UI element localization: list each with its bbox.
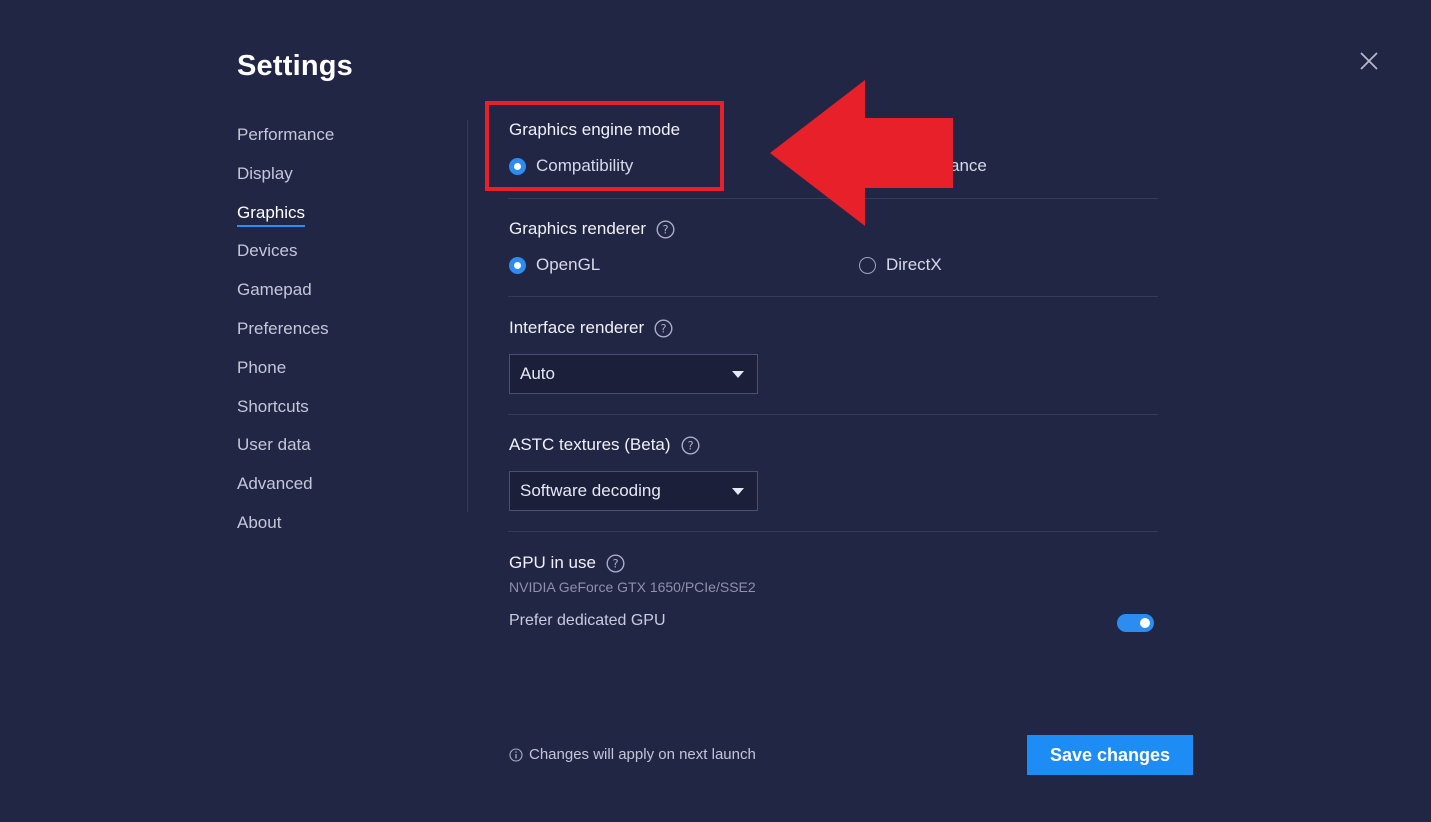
interface-renderer-label: Interface renderer ? (509, 318, 673, 338)
sidebar-item-label: Devices (237, 241, 298, 261)
sidebar-item-label: Preferences (237, 318, 329, 338)
sidebar-item-shortcuts[interactable]: Shortcuts (237, 397, 437, 436)
chevron-down-icon (732, 371, 744, 378)
section-divider (508, 531, 1158, 532)
save-changes-button[interactable]: Save changes (1027, 735, 1193, 775)
radio-selected-icon[interactable] (509, 256, 526, 274)
astc-label-text: ASTC textures (Beta) (509, 435, 671, 454)
sidebar-item-label: Gamepad (237, 280, 312, 300)
sidebar-item-display[interactable]: Display (237, 164, 437, 203)
help-icon[interactable]: ? (656, 219, 675, 239)
help-icon[interactable]: ? (681, 435, 700, 455)
sidebar-item-label: Graphics (237, 202, 306, 227)
svg-text:?: ? (662, 222, 668, 236)
sidebar-item-preferences[interactable]: Preferences (237, 319, 437, 358)
prefer-dedicated-gpu-label: Prefer dedicated GPU (509, 612, 666, 629)
svg-text:?: ? (612, 556, 618, 570)
renderer-label: Graphics renderer ? (509, 219, 675, 239)
close-icon[interactable] (1356, 48, 1382, 74)
gpu-label: GPU in use ? (509, 553, 625, 573)
sidebar-item-label: Advanced (237, 474, 313, 494)
sidebar-nav: Performance Display Graphics Devices Gam… (237, 125, 437, 552)
red-arrow-icon (770, 80, 953, 226)
radio-directx-label: DirectX (886, 255, 942, 274)
interface-renderer-label-text: Interface renderer (509, 318, 645, 337)
sidebar-divider (467, 120, 468, 512)
page-title: Settings (237, 50, 353, 82)
gpu-label-text: GPU in use (509, 553, 596, 572)
highlight-box (485, 101, 724, 191)
astc-label: ASTC textures (Beta) ? (509, 435, 700, 455)
section-divider (508, 414, 1158, 415)
sidebar-item-label: Display (237, 163, 293, 183)
radio-unselected-icon[interactable] (859, 256, 876, 274)
sidebar-item-devices[interactable]: Devices (237, 241, 437, 280)
sidebar-item-about[interactable]: About (237, 513, 437, 552)
help-icon[interactable]: ? (654, 318, 673, 338)
sidebar-item-advanced[interactable]: Advanced (237, 474, 437, 513)
apply-note-text: Changes will apply on next launch (529, 746, 756, 763)
prefer-dedicated-gpu-toggle[interactable] (1117, 614, 1154, 632)
sidebar-item-label: About (237, 512, 282, 532)
svg-text:?: ? (687, 438, 693, 452)
radio-opengl-label: OpenGL (536, 255, 601, 274)
sidebar-item-label: Performance (237, 125, 335, 144)
interface-renderer-value: Auto (520, 364, 555, 383)
apply-note: Changes will apply on next launch (509, 746, 756, 763)
close-button[interactable] (1356, 48, 1382, 74)
svg-text:?: ? (661, 321, 667, 335)
sidebar-item-phone[interactable]: Phone (237, 358, 437, 397)
section-divider (508, 296, 1158, 297)
help-icon[interactable]: ? (606, 553, 625, 573)
interface-renderer-select[interactable]: Auto (509, 354, 758, 394)
astc-select[interactable]: Software decoding (509, 471, 758, 511)
sidebar-item-user-data[interactable]: User data (237, 435, 437, 474)
chevron-down-icon (732, 488, 744, 495)
sidebar-item-label: Shortcuts (237, 396, 309, 416)
gpu-name: NVIDIA GeForce GTX 1650/PCIe/SSE2 (509, 579, 756, 595)
radio-directx[interactable]: DirectX (859, 255, 942, 275)
sidebar-item-graphics[interactable]: Graphics (237, 203, 437, 242)
sidebar-item-performance[interactable]: Performance (237, 125, 437, 164)
info-icon (509, 747, 523, 762)
settings-page: Settings Performance Display Graphics De… (0, 0, 1431, 822)
radio-opengl[interactable]: OpenGL (509, 255, 600, 275)
toggle-knob (1140, 618, 1150, 628)
sidebar-item-label: User data (237, 435, 311, 455)
sidebar-item-gamepad[interactable]: Gamepad (237, 280, 437, 319)
sidebar-item-label: Phone (237, 357, 287, 377)
renderer-label-text: Graphics renderer (509, 219, 647, 238)
astc-value: Software decoding (520, 481, 661, 500)
